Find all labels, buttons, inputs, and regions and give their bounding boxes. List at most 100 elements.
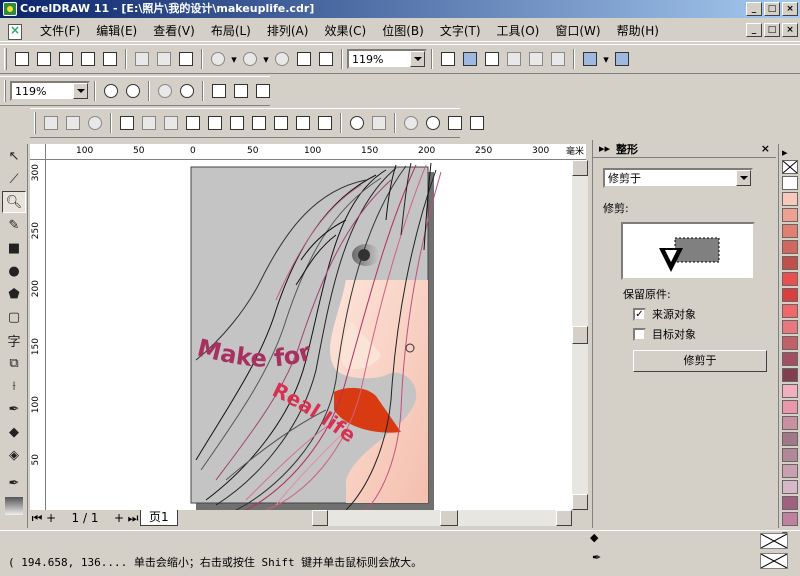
- save-icon[interactable]: [55, 48, 77, 70]
- print-icon[interactable]: [77, 48, 99, 70]
- redo-icon[interactable]: [239, 48, 261, 70]
- menu-view[interactable]: 查看(V): [145, 20, 203, 42]
- palette-scroll-up-icon[interactable]: ▸: [782, 146, 798, 159]
- front-minus-back-icon[interactable]: [292, 112, 314, 134]
- polygon-tool-icon[interactable]: ⬟: [2, 283, 26, 305]
- import-icon[interactable]: [293, 48, 315, 70]
- palette-swatch[interactable]: [782, 176, 798, 190]
- palette-swatch[interactable]: [782, 224, 798, 238]
- palette-swatch[interactable]: [782, 336, 798, 350]
- palette-swatch[interactable]: [782, 288, 798, 302]
- fill-color-swatch[interactable]: [760, 533, 788, 549]
- chevron-down-icon[interactable]: [410, 51, 425, 67]
- zoom-tool-icon[interactable]: 🔍︎: [2, 191, 26, 213]
- options-dropdown-icon[interactable]: ▾: [601, 48, 611, 70]
- intersect-icon[interactable]: [248, 112, 270, 134]
- zoom-selected-icon[interactable]: [400, 112, 422, 134]
- rectangle-tool-icon[interactable]: ■: [2, 237, 26, 259]
- toolbar-grip[interactable]: [4, 48, 7, 70]
- undo-dropdown-icon[interactable]: ▾: [229, 48, 239, 70]
- zoom-to-page-height-icon[interactable]: [252, 80, 274, 102]
- print-preview-icon[interactable]: [99, 48, 121, 70]
- palette-swatch[interactable]: [782, 384, 798, 398]
- vertical-scroll-thumb[interactable]: [572, 326, 588, 344]
- no-fill-swatch[interactable]: [782, 160, 798, 174]
- combine-icon[interactable]: [116, 112, 138, 134]
- source-object-option[interactable]: ✓ 来源对象: [633, 306, 766, 322]
- prev-page-button[interactable]: +: [44, 511, 58, 525]
- pan-zoom-icon[interactable]: [346, 112, 368, 134]
- zoom-width-icon[interactable]: [466, 112, 488, 134]
- outline-indicator-icon[interactable]: ✒: [592, 551, 601, 564]
- zoom-to-page-width-icon[interactable]: [230, 80, 252, 102]
- palette-swatch[interactable]: [782, 208, 798, 222]
- trim-apply-button[interactable]: 修剪于: [633, 350, 767, 372]
- source-object-checkbox[interactable]: ✓: [633, 307, 646, 321]
- dynamic-guides-icon[interactable]: [579, 48, 601, 70]
- fill-tool-icon[interactable]: ◆: [2, 421, 26, 443]
- palette-swatch[interactable]: [782, 272, 798, 286]
- target-object-checkbox[interactable]: [633, 327, 646, 341]
- freehand-tool-icon[interactable]: ✎: [2, 214, 26, 236]
- redo-dropdown-icon[interactable]: ▾: [261, 48, 271, 70]
- ungroup-all-icon[interactable]: [84, 112, 106, 134]
- weld-icon[interactable]: [204, 112, 226, 134]
- app-launcher-icon[interactable]: [437, 48, 459, 70]
- options-icon[interactable]: [481, 48, 503, 70]
- ellipse-tool-icon[interactable]: ●: [2, 260, 26, 282]
- interactive-blend-tool-icon[interactable]: ⧉: [2, 352, 26, 374]
- eyedropper-tool-icon[interactable]: ⟊: [2, 375, 26, 397]
- zoom-in-icon[interactable]: [100, 80, 122, 102]
- zoom-to-all-objects-icon[interactable]: [176, 80, 198, 102]
- scroll-right-button[interactable]: [556, 510, 572, 526]
- export-icon[interactable]: [315, 48, 337, 70]
- menu-window[interactable]: 窗口(W): [547, 20, 608, 42]
- cut-icon[interactable]: [131, 48, 153, 70]
- palette-swatch[interactable]: [782, 512, 798, 526]
- last-page-button[interactable]: ⏭: [126, 511, 140, 526]
- chevron-down-icon[interactable]: [736, 170, 751, 186]
- fill-indicator-icon[interactable]: ◆: [590, 531, 598, 544]
- palette-swatch[interactable]: [782, 464, 798, 478]
- toolbar-grip[interactable]: [4, 80, 6, 102]
- palette-swatch[interactable]: [782, 416, 798, 430]
- doc-close-button[interactable]: ×: [782, 23, 798, 37]
- palette-swatch[interactable]: [782, 400, 798, 414]
- menu-arrange[interactable]: 排列(A): [259, 20, 317, 42]
- scroll-left-button[interactable]: [312, 510, 328, 526]
- vertical-ruler[interactable]: 300 250 200 150 100 50: [30, 160, 46, 510]
- zoom-level-combo[interactable]: 119%: [347, 49, 427, 69]
- interactive-outline-icon[interactable]: ✒: [2, 472, 26, 494]
- palette-swatch[interactable]: [782, 480, 798, 494]
- menu-effects[interactable]: 效果(C): [316, 20, 374, 42]
- palette-swatch[interactable]: [782, 240, 798, 254]
- first-page-button[interactable]: ⏮: [30, 511, 44, 526]
- shaping-mode-select[interactable]: 修剪于: [603, 168, 753, 188]
- drawing-workspace[interactable]: Make for Real life: [46, 160, 572, 510]
- add-page-button[interactable]: +: [112, 511, 126, 525]
- basic-shapes-tool-icon[interactable]: ▢: [2, 306, 26, 328]
- hand-icon[interactable]: [368, 112, 390, 134]
- pick-tool-icon[interactable]: ↖: [2, 145, 26, 167]
- menu-text[interactable]: 文字(T): [432, 20, 489, 42]
- docker-collapse-icon[interactable]: ▸▸: [599, 142, 610, 155]
- shape-tool-icon[interactable]: ⟋: [2, 168, 26, 190]
- zoom-toolbar-combo[interactable]: 119%: [10, 81, 90, 101]
- outline-tool-icon[interactable]: ✒: [2, 398, 26, 420]
- palette-swatch[interactable]: [782, 448, 798, 462]
- snap-to-objects-icon[interactable]: [547, 48, 569, 70]
- scroll-down-button[interactable]: [572, 494, 588, 510]
- snap-to-grid-icon[interactable]: [503, 48, 525, 70]
- zoom-to-selected-icon[interactable]: [154, 80, 176, 102]
- docker-close-icon[interactable]: ×: [761, 142, 770, 155]
- menu-tools[interactable]: 工具(O): [489, 20, 548, 42]
- menu-help[interactable]: 帮助(H): [609, 20, 667, 42]
- doc-minimize-button[interactable]: _: [746, 23, 762, 37]
- lock-icon[interactable]: [160, 112, 182, 134]
- target-object-option[interactable]: 目标对象: [633, 326, 766, 342]
- trim-icon[interactable]: [226, 112, 248, 134]
- menu-layout[interactable]: 布局(L): [203, 20, 259, 42]
- menu-edit[interactable]: 编辑(E): [88, 20, 145, 42]
- palette-swatch[interactable]: [782, 496, 798, 510]
- unlock-icon[interactable]: [182, 112, 204, 134]
